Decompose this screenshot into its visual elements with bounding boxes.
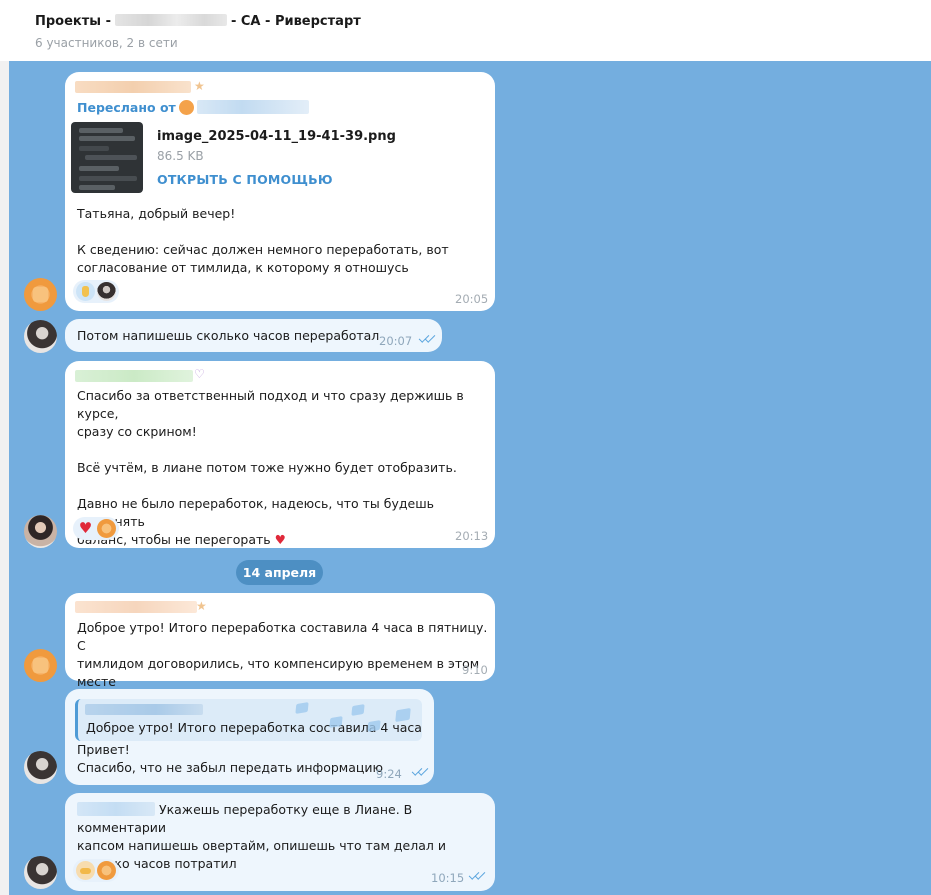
message-bubble[interactable]: ★ Доброе утро! Итого переработка состави… [65, 593, 495, 689]
reactions[interactable] [73, 280, 119, 303]
message-time: 20:07 [379, 334, 413, 348]
message-bubble[interactable]: ♡ Спасибо за ответственный подход и что … [65, 361, 495, 548]
message-time: 9:10 [462, 663, 488, 677]
message-text: Укажешь переработку еще в Лиане. В комме… [77, 802, 446, 871]
reactor-avatar-icon [97, 519, 116, 538]
chat-members-status: 6 участников, 2 в сети [35, 36, 178, 50]
heart-emoji-icon: ♥ [274, 532, 286, 547]
file-name[interactable]: image_2025-04-11_19-41-39.png [157, 129, 396, 144]
file-size: 86.5 KB [157, 149, 204, 163]
avatar[interactable] [24, 515, 57, 548]
hand-reaction-icon[interactable] [76, 282, 95, 301]
heart-reaction-icon[interactable]: ♥ [76, 519, 95, 538]
read-checks-icon [419, 334, 437, 344]
message-text: Доброе утро! Итого переработка составила… [77, 620, 488, 689]
redacted-name [114, 14, 227, 26]
sender-name [75, 370, 193, 382]
open-with-button[interactable]: ОТКРЫТЬ С ПОМОЩЬЮ [157, 172, 333, 187]
read-checks-icon [469, 871, 487, 881]
avatar[interactable] [24, 751, 57, 784]
left-gutter [0, 61, 9, 895]
message-text: Привет! Спасибо, что не забыл передать и… [77, 742, 384, 775]
reactor-avatar-icon [97, 861, 116, 880]
mention-name[interactable] [77, 802, 155, 816]
reply-quote[interactable]: Доброе утро! Итого переработка составила… [75, 699, 422, 741]
heart-outline-icon: ♡ [194, 367, 205, 381]
avatar[interactable] [24, 649, 57, 682]
message-time: 9:24 [376, 767, 402, 781]
star-icon: ★ [196, 599, 207, 613]
reactions[interactable] [73, 859, 119, 882]
message-bubble[interactable]: ★ Переслано от image_2025-04-11_19-41-39… [65, 72, 495, 311]
forward-avatar-icon [178, 100, 194, 115]
sender-name [75, 81, 191, 93]
decor-tile [295, 702, 309, 714]
message-bubble[interactable]: Укажешь переработку еще в Лиане. В комме… [65, 793, 495, 891]
read-checks-icon [412, 767, 430, 777]
message-time: 20:13 [455, 529, 489, 543]
reactor-avatar-icon [97, 282, 116, 301]
avatar[interactable] [24, 320, 57, 353]
avatar[interactable] [24, 856, 57, 889]
message-text: Потом напишешь сколько часов переработал [77, 328, 380, 343]
decor-tile [351, 704, 365, 716]
message-list[interactable]: ★ Переслано от image_2025-04-11_19-41-39… [9, 61, 931, 895]
reactions[interactable]: ♥ [73, 517, 119, 540]
message-bubble[interactable]: Потом напишешь сколько часов переработал… [65, 319, 442, 352]
forward-source-name [196, 100, 309, 114]
message-text: Спасибо за ответственный подход и что ср… [77, 388, 464, 547]
message-bubble[interactable]: Доброе утро! Итого переработка составила… [65, 689, 434, 785]
chat-title: Проекты -- СА - Риверстарт [35, 14, 361, 29]
sender-name [75, 601, 197, 613]
message-text: Татьяна, добрый вечер! К сведению: сейча… [77, 206, 449, 275]
chat-header[interactable]: Проекты -- СА - Риверстарт 6 участников,… [0, 0, 931, 61]
avatar[interactable] [24, 278, 57, 311]
message-time: 10:15 [431, 871, 465, 885]
handshake-reaction-icon[interactable] [76, 861, 95, 880]
star-icon: ★ [194, 79, 205, 93]
image-thumbnail[interactable] [71, 122, 143, 193]
reply-sender-name [85, 704, 203, 715]
message-time: 20:05 [455, 292, 489, 306]
date-separator: 14 апреля [236, 560, 323, 585]
forwarded-from[interactable]: Переслано от [77, 100, 309, 115]
